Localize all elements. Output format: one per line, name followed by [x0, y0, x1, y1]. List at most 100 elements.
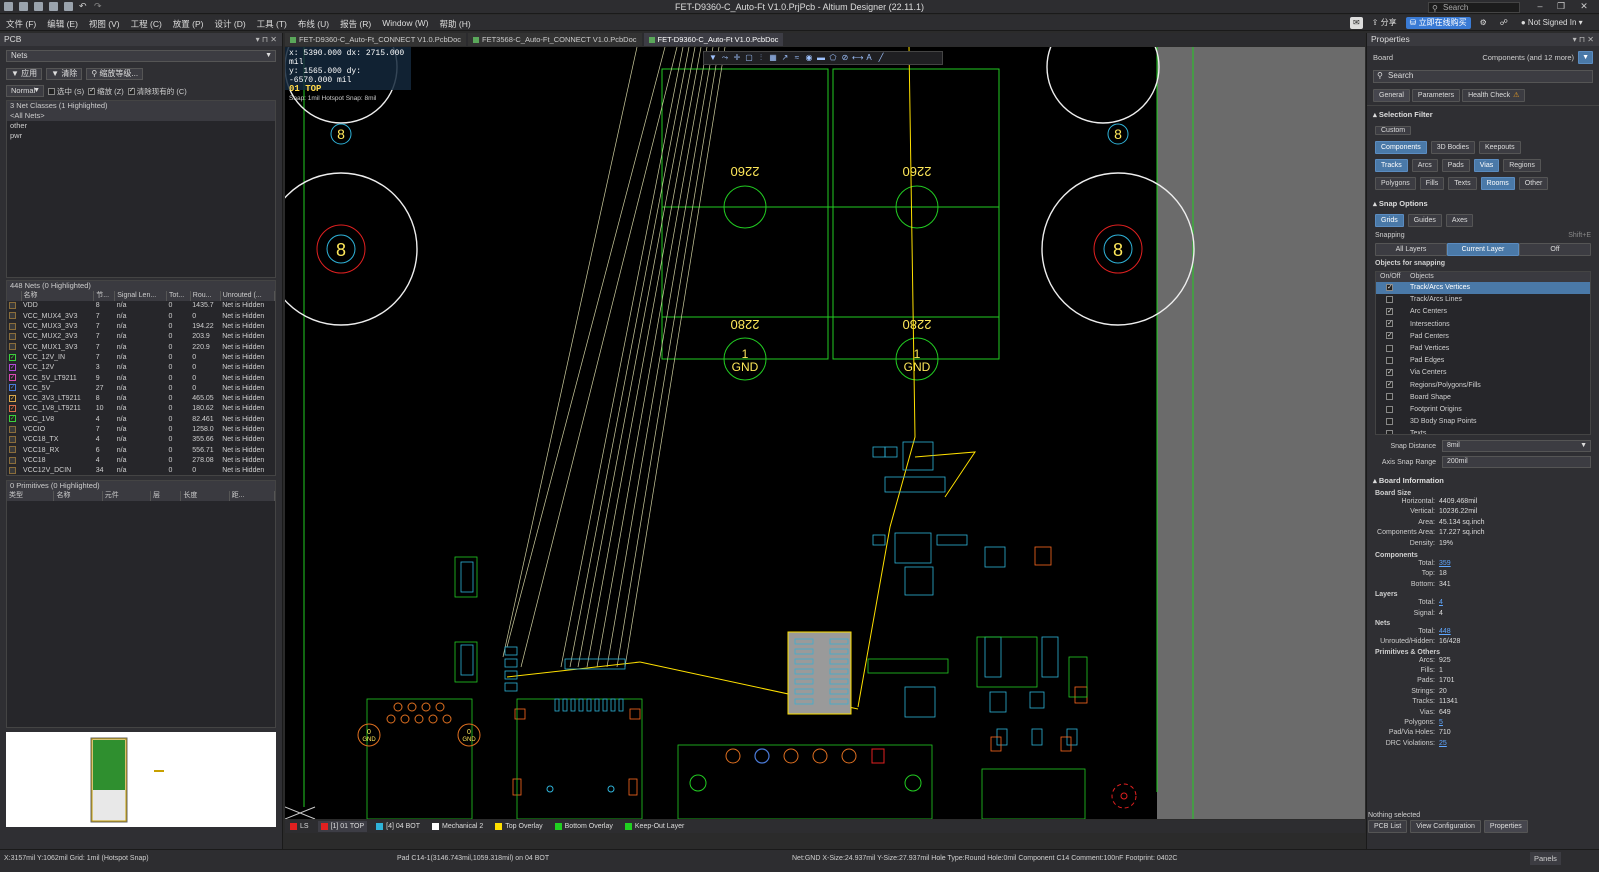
fill-icon[interactable]: ▬	[816, 53, 826, 63]
column-header[interactable]: 元件	[102, 491, 151, 502]
layer-tab[interactable]: Mechanical 2	[429, 821, 486, 832]
filter-toggle[interactable]: Arcs	[1411, 159, 1438, 172]
snap-object-checkbox[interactable]	[1386, 393, 1393, 401]
gear-icon[interactable]: ⚙	[1476, 17, 1491, 29]
net-color-cell[interactable]: ✓	[7, 353, 21, 363]
net-color-cell[interactable]	[7, 456, 21, 466]
snap-object-checkbox[interactable]	[1386, 318, 1393, 330]
net-color-cell[interactable]: ✓	[7, 415, 21, 425]
notifications-icon[interactable]: ☍	[1496, 17, 1512, 29]
net-color-swatch[interactable]: ✓	[9, 384, 16, 392]
menu-item[interactable]: 布线 (U)	[298, 18, 329, 30]
table-row[interactable]: VCC18_TX 4 n/a 0 355.66 Net is Hidden	[7, 435, 275, 445]
net-classes-list[interactable]: 3 Net Classes (1 Highlighted) <All Nets>…	[6, 100, 276, 278]
info-value[interactable]: 25	[1439, 739, 1447, 749]
share-button[interactable]: ⇪ 分享	[1368, 17, 1401, 29]
filter-toggle[interactable]: Grids	[1375, 214, 1404, 227]
panel-tab[interactable]: View Configuration	[1410, 820, 1481, 833]
selection-filter-heading[interactable]: ▴ Selection Filter	[1367, 110, 1599, 119]
net-color-cell[interactable]: ✓	[7, 394, 21, 404]
net-color-swatch[interactable]	[9, 425, 16, 433]
filter-toggle[interactable]: Pads	[1441, 159, 1470, 172]
properties-tab[interactable]: Health Check ⚠	[1462, 89, 1526, 102]
table-row[interactable]: VCC12V_DCIN 34 n/a 0 0 Net is Hidden	[7, 466, 275, 476]
primitives-list[interactable]: 0 Primitives (0 Highlighted) 类型 名称 元件层长度 距.…	[6, 480, 276, 728]
select-checkbox[interactable]	[48, 88, 55, 96]
net-color-cell[interactable]: ✓	[7, 384, 21, 394]
net-class-item[interactable]: pwr	[7, 131, 275, 141]
route-icon[interactable]: ⤳	[720, 53, 730, 63]
snap-object-row[interactable]: Intersections	[1376, 318, 1590, 331]
table-row[interactable]: VCC_MUX1_3V3 7 n/a 0 220.9 Net is Hidden	[7, 342, 275, 352]
snap-object-row[interactable]: Pad Vertices	[1376, 343, 1590, 355]
net-color-cell[interactable]	[7, 332, 21, 342]
panel-pin-icon[interactable]: ▾ ⊓ ✕	[256, 33, 277, 46]
info-value[interactable]: 4	[1439, 598, 1443, 608]
table-row[interactable]: VCC18_RX 6 n/a 0 556.71 Net is Hidden	[7, 445, 275, 455]
net-class-item[interactable]: <All Nets>	[7, 111, 275, 121]
info-value[interactable]: 448	[1439, 627, 1451, 637]
filter-icon[interactable]: ▼	[1578, 51, 1593, 64]
document-tab[interactable]: FET-D9360-C_Auto-Ft_CONNECT V1.0.PcbDoc	[285, 33, 467, 46]
keepout-icon[interactable]: ⊘	[840, 53, 850, 63]
snap-object-row[interactable]: Pad Centers	[1376, 330, 1590, 343]
snap-object-checkbox[interactable]	[1386, 282, 1393, 294]
table-row[interactable]: ✓ VCC_1V8 4 n/a 0 82.461 Net is Hidden	[7, 415, 275, 425]
table-row[interactable]: VCC_MUX3_3V3 7 n/a 0 194.22 Net is Hidden	[7, 322, 275, 332]
menu-item[interactable]: 工程 (C)	[131, 18, 162, 30]
net-color-swatch[interactable]	[9, 466, 16, 474]
filter-toggle[interactable]: 3D Bodies	[1430, 141, 1475, 154]
maximize-icon[interactable]: ❐	[1553, 1, 1569, 12]
cross-select-icon[interactable]: ✛	[732, 53, 742, 63]
snap-object-row[interactable]: Footprint Origins	[1376, 404, 1590, 416]
snap-object-row[interactable]: 3D Body Snap Points	[1376, 416, 1590, 428]
column-header[interactable]: 类型	[7, 491, 55, 502]
table-row[interactable]: VCC_MUX2_3V3 7 n/a 0 203.9 Net is Hidden	[7, 332, 275, 342]
net-color-cell[interactable]	[7, 342, 21, 352]
panel-tab[interactable]: Properties	[1483, 820, 1528, 833]
snap-object-checkbox[interactable]	[1386, 367, 1393, 379]
net-color-cell[interactable]	[7, 312, 21, 322]
properties-search-input[interactable]: ⚲ Search	[1373, 70, 1593, 83]
nets-list[interactable]: 448 Nets (0 Highlighted) 名称 节... Signal Le…	[6, 280, 276, 476]
filter-toggle[interactable]: Guides	[1407, 214, 1442, 227]
filter-toggle[interactable]: Rooms	[1480, 177, 1515, 190]
snap-object-row[interactable]: Track/Arcs Lines	[1376, 294, 1590, 306]
net-color-cell[interactable]: ✓	[7, 363, 21, 373]
net-color-cell[interactable]	[7, 435, 21, 445]
global-search-input[interactable]: ⚲ Search	[1428, 2, 1520, 13]
net-color-swatch[interactable]	[9, 332, 16, 340]
table-row[interactable]: VCC18 4 n/a 0 278.08 Net is Hidden	[7, 456, 275, 466]
net-color-swatch[interactable]: ✓	[9, 363, 16, 371]
column-header[interactable]: Signal Len...	[114, 291, 167, 302]
layer-tab[interactable]: Bottom Overlay	[552, 821, 616, 832]
text-icon[interactable]: A	[864, 53, 874, 63]
net-color-swatch[interactable]	[9, 343, 16, 351]
filter-toggle[interactable]: Vias	[1473, 159, 1500, 172]
table-row[interactable]: ✓ VCC_5V 27 n/a 0 0 Net is Hidden	[7, 384, 275, 394]
table-row[interactable]: VDD 8 n/a 0 1435.7 Net is Hidden	[7, 301, 275, 311]
table-row[interactable]: ✓ VCC_12V_IN 7 n/a 0 0 Net is Hidden	[7, 353, 275, 363]
net-color-swatch[interactable]	[9, 446, 16, 454]
net-color-cell[interactable]	[7, 445, 21, 455]
net-color-swatch[interactable]: ✓	[9, 405, 16, 413]
filter-toggle[interactable]: Tracks	[1375, 159, 1408, 172]
menu-item[interactable]: 设计 (D)	[215, 18, 246, 30]
layer-tab[interactable]: [4] 04 BOT	[373, 821, 423, 832]
snap-object-checkbox[interactable]	[1386, 417, 1393, 425]
snap-mode-option[interactable]: All Layers	[1375, 243, 1447, 256]
snap-object-checkbox[interactable]	[1386, 344, 1393, 352]
clear-existing-checkbox[interactable]	[127, 86, 135, 96]
menu-item[interactable]: Window (W)	[382, 18, 428, 30]
component-icon[interactable]: ▦	[768, 53, 778, 63]
panels-button[interactable]: Panels	[1530, 852, 1561, 865]
table-row[interactable]: VCC_MUX4_3V3 7 n/a 0 0 Net is Hidden	[7, 312, 275, 322]
minimize-icon[interactable]: –	[1532, 1, 1548, 11]
zoom-level-button[interactable]: ⚲ 缩放等级...	[86, 68, 144, 80]
net-color-swatch[interactable]	[9, 312, 16, 320]
line-icon[interactable]: ╱	[876, 53, 886, 63]
info-value[interactable]: 5	[1439, 718, 1443, 728]
snap-object-row[interactable]: Arc Centers	[1376, 306, 1590, 318]
net-color-swatch[interactable]: ✓	[9, 394, 16, 402]
custom-filter-button[interactable]: Custom	[1375, 126, 1412, 135]
